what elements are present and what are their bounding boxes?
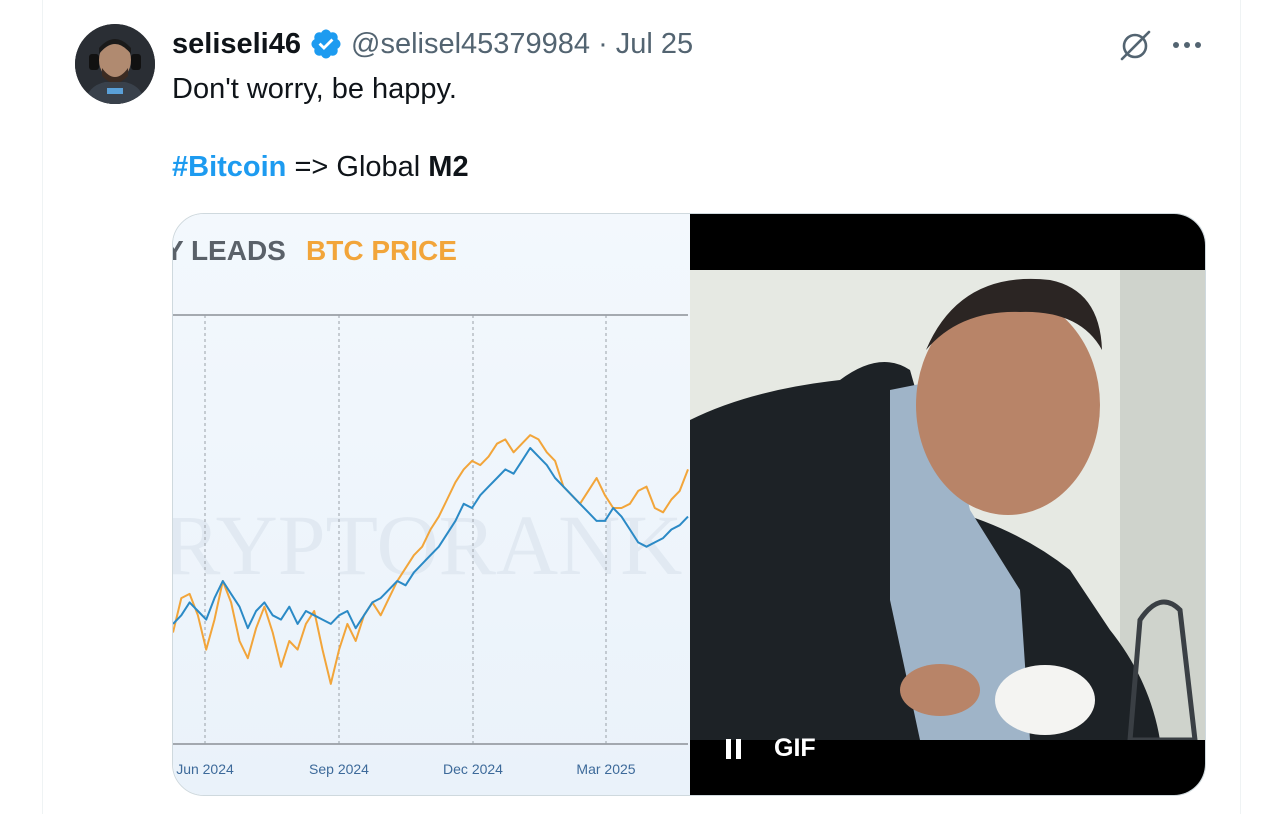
x-tick-label: Jun 2024 (176, 761, 234, 777)
gif-badge: GIF (774, 734, 816, 762)
x-tick-label: Dec 2024 (443, 761, 503, 777)
tweet-text-line2: #Bitcoin => Global M2 (172, 148, 469, 186)
chart-image[interactable]: Y LEADS BTC PRICE RYPTORANK Jun 2024 Sep … (173, 214, 690, 795)
x-tick-label: Sep 2024 (309, 761, 369, 777)
hashtag-link[interactable]: #Bitcoin (172, 151, 286, 183)
gif-frame (690, 270, 1205, 740)
verified-badge-icon (311, 29, 341, 59)
handle[interactable]: @selisel45379984 (351, 28, 590, 61)
tweet-text-bold: M2 (428, 151, 469, 183)
grok-icon[interactable] (1117, 27, 1153, 63)
pause-icon[interactable] (724, 737, 744, 761)
tweet-text-line1: Don't worry, be happy. (172, 73, 457, 105)
chart-x-ticks: Jun 2024 Sep 2024 Dec 2024 Mar 2025 (176, 761, 636, 777)
avatar[interactable] (75, 24, 155, 104)
x-tick-label: Mar 2025 (576, 761, 635, 777)
gif-controls: GIF (724, 734, 816, 763)
more-icon[interactable] (1168, 27, 1206, 63)
avatar-image (75, 24, 155, 104)
tweet-text-middle: => Global (286, 151, 429, 183)
media-container: Y LEADS BTC PRICE RYPTORANK Jun 2024 Sep … (172, 213, 1206, 796)
tweet-date[interactable]: Jul 25 (616, 28, 693, 61)
chart-title-part2: BTC PRICE (306, 235, 457, 266)
chart-title-part1: Y LEADS (173, 235, 286, 266)
btc-m2-chart: Y LEADS BTC PRICE RYPTORANK Jun 2024 Sep … (173, 235, 689, 777)
gif-image (690, 270, 1205, 740)
display-name[interactable]: seliseli46 (172, 28, 301, 61)
tweet-text: Don't worry, be happy. #Bitcoin => Globa… (172, 70, 469, 186)
separator-dot: · (598, 27, 608, 60)
tweet-header: seliseli46 @selisel45379984 · Jul 25 (172, 26, 693, 62)
gif-player[interactable]: GIF (690, 214, 1205, 795)
